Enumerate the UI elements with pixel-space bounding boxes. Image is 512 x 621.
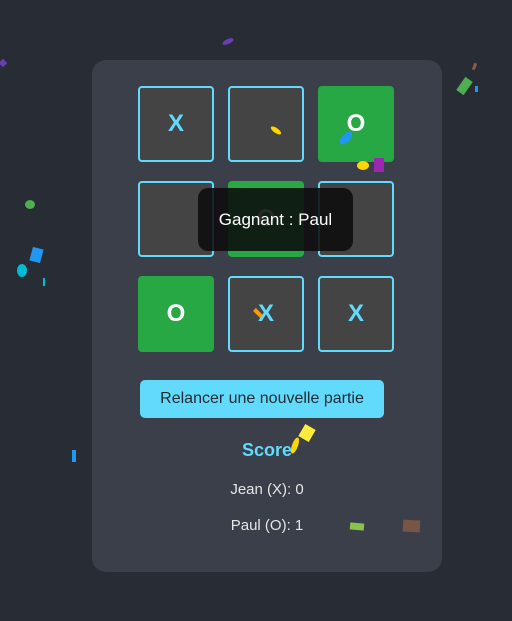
confetti-piece (0, 58, 8, 68)
confetti-piece (456, 76, 473, 96)
confetti-piece (43, 278, 45, 286)
confetti-piece (221, 36, 235, 47)
restart-button[interactable]: Relancer une nouvelle partie (140, 380, 384, 418)
confetti-piece (72, 450, 76, 462)
confetti-piece (357, 161, 369, 170)
board-cell-1[interactable]: X (138, 86, 214, 162)
confetti-piece (17, 264, 27, 277)
board-cell-3[interactable]: O (318, 86, 394, 162)
board-cell-8[interactable]: X (228, 276, 304, 352)
confetti-piece (25, 200, 35, 209)
cell-mark: O (166, 300, 186, 327)
winner-message: Gagnant : Paul (218, 209, 333, 229)
confetti-piece (29, 246, 44, 264)
board-cell-7[interactable]: O (138, 276, 214, 352)
confetti-piece (475, 86, 478, 92)
winner-overlay: Gagnant : Paul (198, 188, 353, 251)
cell-mark: X (347, 300, 364, 327)
board-cell-2[interactable] (228, 86, 304, 162)
confetti-piece (349, 522, 365, 531)
score-player-x: Jean (X): 0 (230, 481, 304, 498)
confetti-piece (471, 62, 478, 71)
confetti-piece (402, 519, 421, 533)
score-title: Score (241, 440, 293, 460)
board-cell-9[interactable]: X (318, 276, 394, 352)
confetti-piece (374, 158, 384, 172)
score-player-o: Paul (O): 1 (230, 517, 304, 534)
cell-mark: X (167, 110, 184, 137)
